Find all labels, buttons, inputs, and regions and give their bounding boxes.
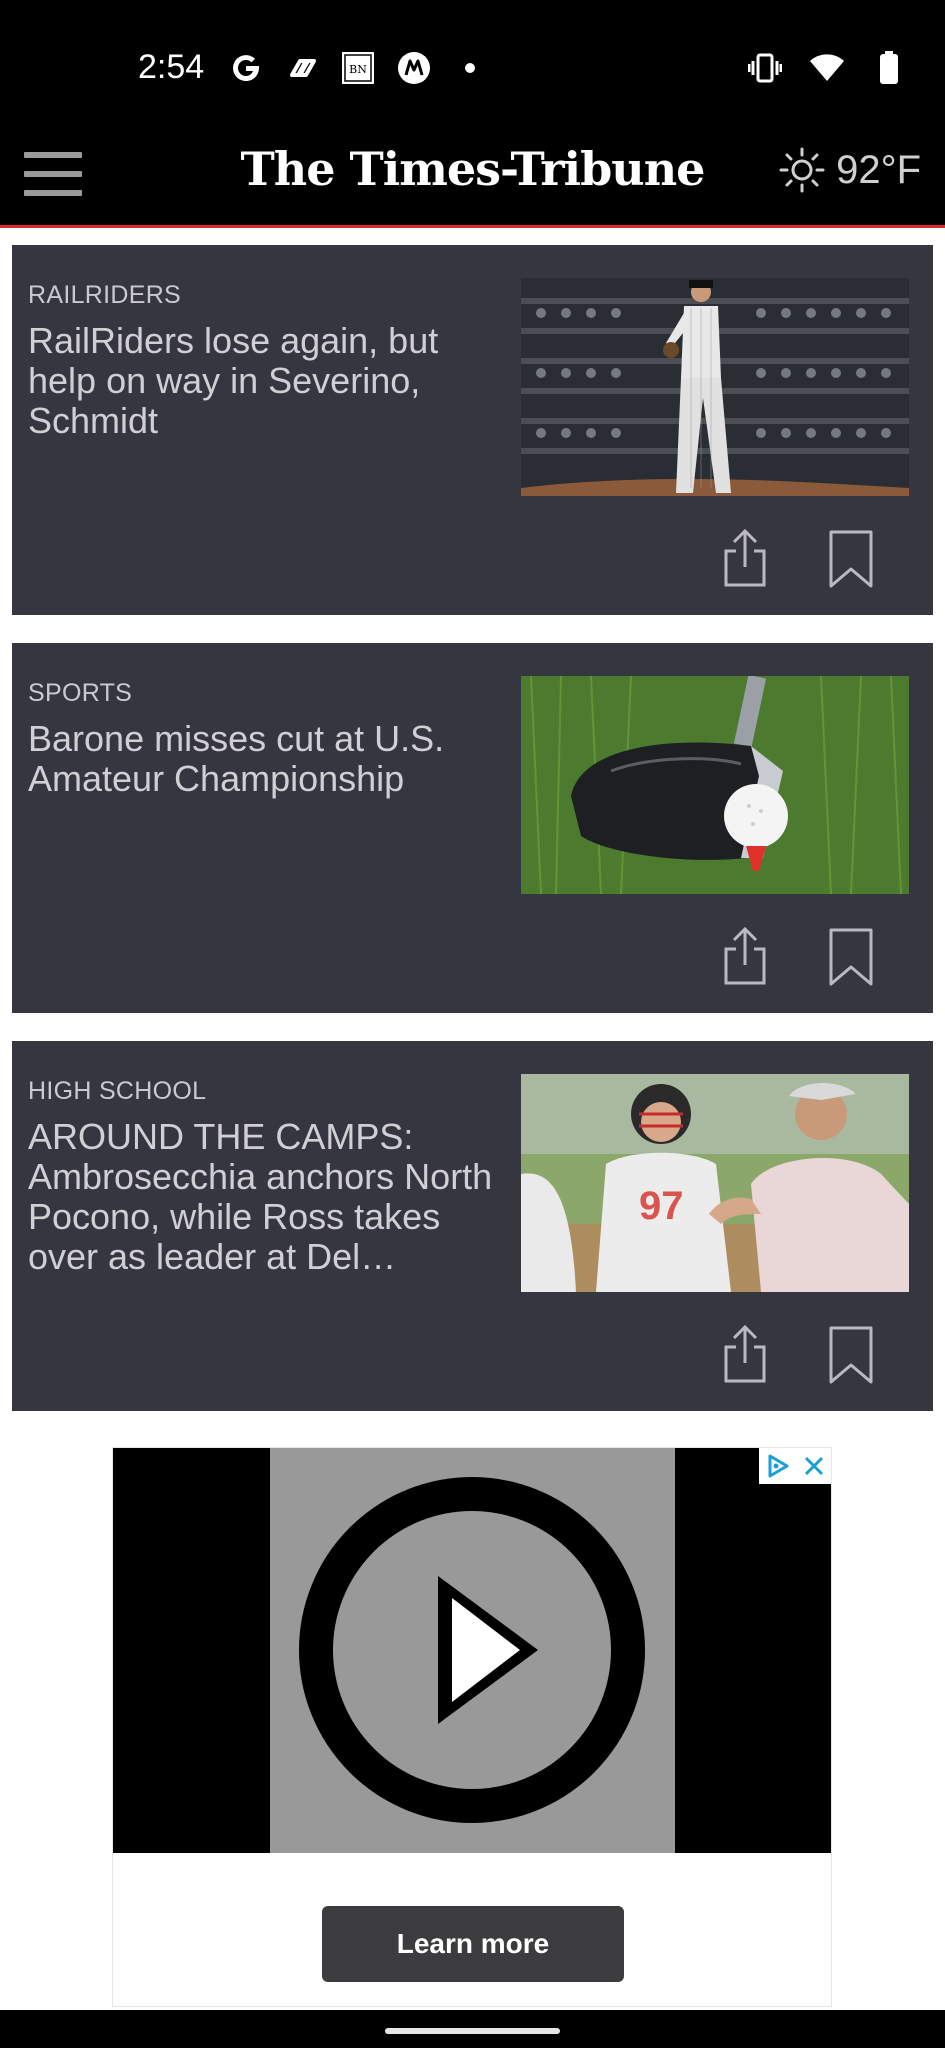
vibrate-icon (747, 50, 783, 86)
ad-video-player[interactable] (113, 1448, 831, 1853)
article-card[interactable]: RAILRIDERS RailRiders lose again, but he… (12, 245, 933, 615)
bookmark-icon[interactable] (828, 927, 874, 987)
article-category[interactable]: SPORTS (28, 679, 132, 708)
article-image[interactable] (521, 278, 909, 496)
close-icon[interactable] (802, 1454, 826, 1478)
weather-temp: 92°F (836, 147, 921, 192)
share-icon[interactable] (720, 527, 770, 589)
adchoices-icon[interactable] (765, 1453, 791, 1479)
home-indicator[interactable] (385, 2028, 560, 2034)
article-category[interactable]: HIGH SCHOOL (28, 1077, 206, 1106)
system-icons (747, 50, 907, 86)
article-card[interactable]: HIGH SCHOOL AROUND THE CAMPS: Ambrosecch… (12, 1041, 933, 1411)
share-icon[interactable] (720, 1323, 770, 1385)
weather-widget[interactable]: 92°F (778, 146, 921, 194)
status-bar: 2:54 BN (0, 0, 945, 120)
article-title[interactable]: RailRiders lose again, but help on way i… (28, 321, 498, 441)
status-time: 2:54 (138, 48, 205, 86)
article-image[interactable] (521, 676, 909, 894)
app-header: The Times-Tribune 92°F (0, 120, 945, 228)
battery-icon (871, 50, 907, 86)
article-category[interactable]: RAILRIDERS (28, 281, 181, 310)
google-icon (228, 50, 264, 86)
video-ad[interactable]: Learn more (112, 1447, 832, 2007)
sun-icon (779, 147, 825, 193)
notification-icons: BN (228, 50, 488, 86)
learn-more-button[interactable]: Learn more (322, 1906, 624, 1982)
share-icon[interactable] (720, 925, 770, 987)
article-card[interactable]: SPORTS Barone misses cut at U.S. Amateur… (12, 643, 933, 1013)
svg-text:97: 97 (639, 1184, 684, 1228)
navigation-bar (0, 2010, 945, 2048)
bookmark-icon[interactable] (828, 1325, 874, 1385)
article-title[interactable]: Barone misses cut at U.S. Amateur Champi… (28, 719, 498, 799)
bookmark-icon[interactable] (828, 529, 874, 589)
ad-video-frame[interactable] (270, 1448, 675, 1853)
m-app-icon (396, 50, 432, 86)
dot-icon (452, 50, 488, 86)
svg-text:BN: BN (349, 63, 367, 76)
article-title[interactable]: AROUND THE CAMPS: Ambrosecchia anchors N… (28, 1117, 498, 1277)
ad-choices[interactable] (759, 1448, 831, 1484)
bn-app-icon: BN (340, 50, 376, 86)
article-image[interactable]: 97 (521, 1074, 909, 1292)
link-app-icon (284, 50, 320, 86)
wifi-icon (809, 50, 845, 86)
play-icon[interactable] (270, 1448, 675, 1853)
